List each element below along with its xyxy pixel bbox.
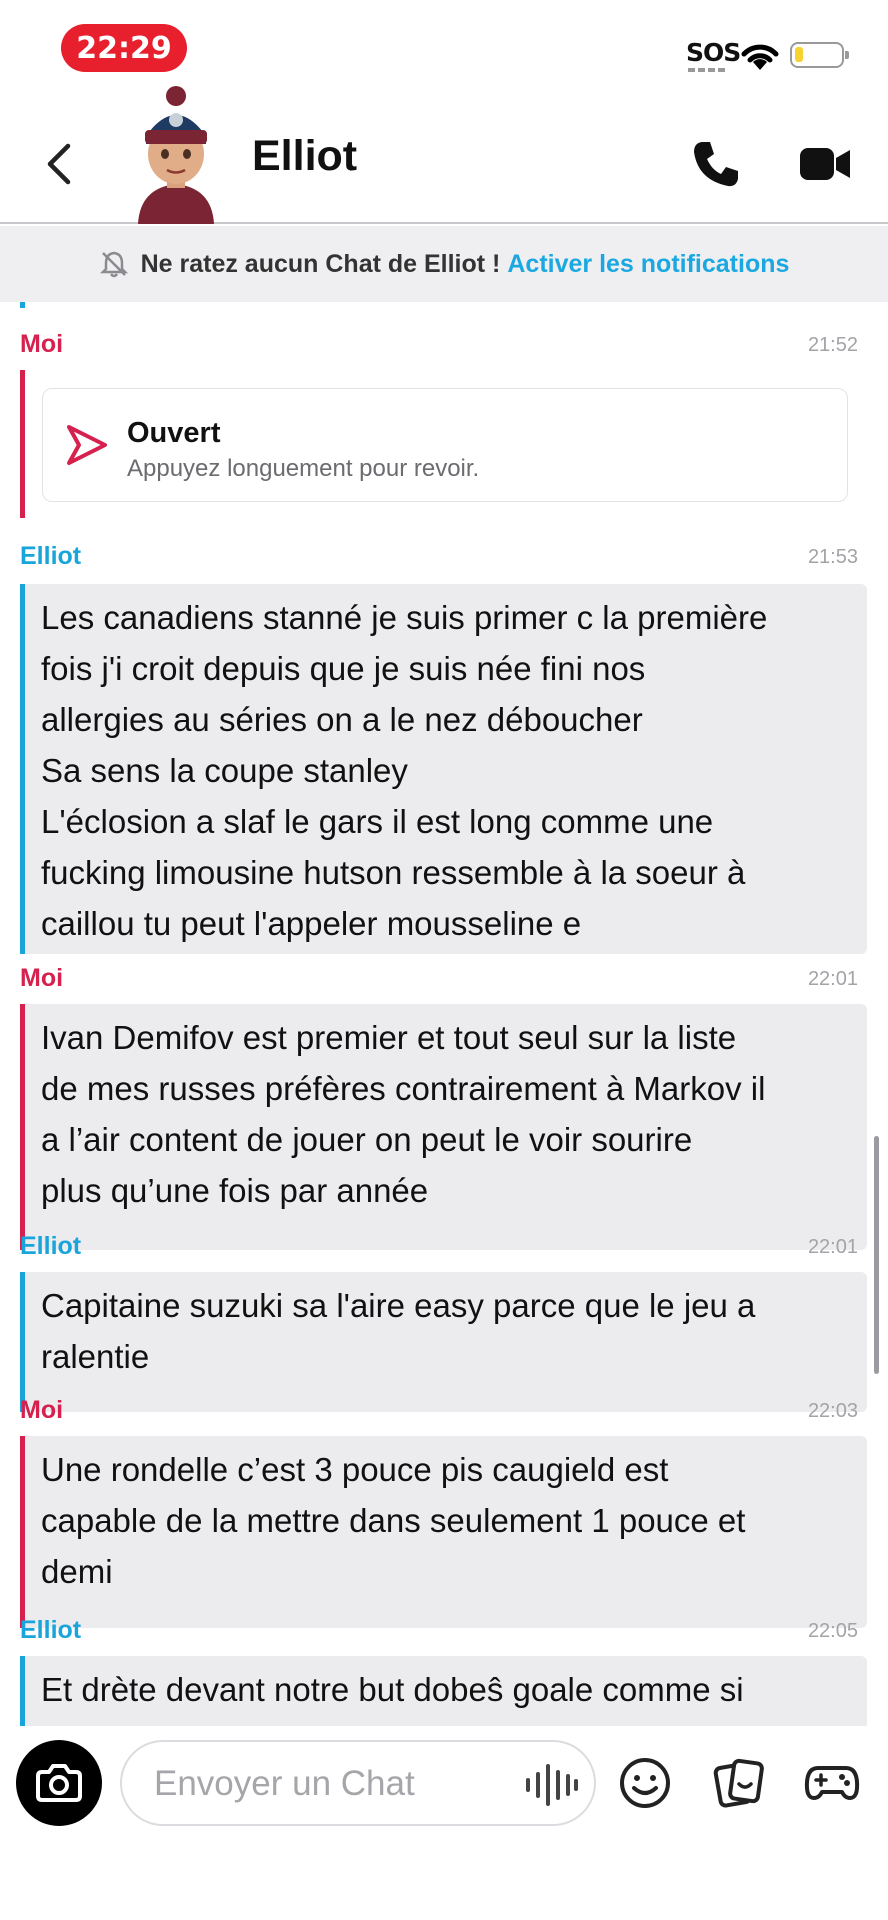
message-line: capable de la mettre dans seulement 1 po…	[41, 1502, 746, 1539]
message-line: Ivan Demifov est premier et tout seul su…	[41, 1019, 737, 1056]
message-line: Carey était revenu si il est à chier on …	[41, 1715, 851, 1726]
message-line: L'éclosion a slaf le gars il est long co…	[41, 803, 714, 840]
chat-header: Elliot	[0, 86, 888, 224]
message-bubble[interactable]: Capitaine suzuki sa l'aire easy parce qu…	[25, 1272, 867, 1412]
avatar[interactable]	[126, 76, 226, 224]
voice-wave-icon[interactable]	[524, 1764, 578, 1806]
message-line: de mes russes préfères contrairement à M…	[41, 1070, 766, 1107]
message-time: 22:01	[807, 1236, 858, 1258]
snap-hint: Appuyez longuement pour revoir.	[127, 455, 480, 482]
message-accent-bar	[20, 370, 25, 518]
message-sender: Moi	[20, 1396, 64, 1424]
message-line: Capitaine suzuki sa l'aire easy parce qu…	[41, 1287, 756, 1324]
camera-button[interactable]	[16, 1740, 102, 1826]
message-sender: Moi	[20, 330, 64, 358]
enable-notifications-link[interactable]: Activer les notifications	[507, 250, 789, 279]
chat-input[interactable]: Envoyer un Chat	[120, 1740, 596, 1826]
message-line: ralentie	[41, 1338, 150, 1375]
message-time: 22:03	[807, 1400, 858, 1422]
snap-card[interactable]: Ouvert Appuyez longuement pour revoir.	[42, 388, 848, 502]
message-time: 22:01	[807, 968, 858, 990]
snap-arrow-icon	[67, 425, 107, 465]
battery-icon	[790, 42, 849, 68]
message-line: Les canadiens stanné je suis primer c la…	[41, 599, 768, 636]
bell-muted-icon	[99, 251, 128, 278]
signal-dots	[688, 68, 728, 72]
message-line: fucking limousine hutson ressemble à la …	[41, 854, 746, 891]
back-icon[interactable]	[40, 140, 80, 188]
previous-message-edge	[20, 302, 25, 308]
smiley-icon[interactable]	[618, 1756, 672, 1810]
message-time: 22:05	[807, 1620, 858, 1642]
composer-bar: Envoyer un Chat	[0, 1726, 888, 1920]
message-line: fois j'i croit depuis que je suis née fi…	[41, 650, 646, 687]
message-time: 21:52	[807, 334, 858, 356]
wifi-icon	[741, 44, 779, 70]
message-bubble[interactable]: Les canadiens stanné je suis primer c la…	[25, 584, 867, 954]
message-sender: Elliot	[20, 1616, 82, 1644]
chat-messages[interactable]: Moi 21:52 Ouvert Appuyez longuement pour…	[0, 302, 888, 1726]
message-line: demi	[41, 1553, 113, 1590]
message-bubble[interactable]: Ivan Demifov est premier et tout seul su…	[25, 1004, 867, 1250]
sos-indicator: SOS	[686, 38, 741, 67]
stickers-icon[interactable]	[712, 1756, 766, 1810]
message-line: caillou tu peut l'appeler mousseline e	[41, 905, 582, 942]
banner-text: Ne ratez aucun Chat de Elliot !	[140, 249, 501, 278]
message-sender: Elliot	[20, 542, 82, 570]
gamepad-icon[interactable]	[804, 1756, 860, 1810]
scrollbar[interactable]	[874, 1136, 879, 1374]
message-line: Une rondelle c’est 3 pouce pis caugield …	[41, 1451, 669, 1488]
message-line: Et drète devant notre but dobeŝ goale co…	[41, 1671, 744, 1708]
contact-name[interactable]: Elliot	[252, 132, 357, 181]
snap-status: Ouvert	[127, 417, 221, 449]
message-line: Sa sens la coupe stanley	[41, 752, 408, 789]
status-time[interactable]: 22:29	[61, 24, 187, 72]
video-camera-icon[interactable]	[798, 142, 852, 186]
notification-banner: Ne ratez aucun Chat de Elliot ! Activer …	[0, 226, 888, 302]
chat-input-placeholder: Envoyer un Chat	[154, 1764, 415, 1803]
message-line: allergies au séries on a le nez débouche…	[41, 701, 643, 738]
message-bubble[interactable]: Et drète devant notre but dobeŝ goale co…	[25, 1656, 867, 1726]
message-sender: Moi	[20, 964, 64, 992]
message-line: plus qu’une fois par année	[41, 1172, 429, 1209]
message-sender: Elliot	[20, 1232, 82, 1260]
message-bubble[interactable]: Une rondelle c’est 3 pouce pis caugield …	[25, 1436, 867, 1628]
message-time: 21:53	[807, 546, 858, 568]
phone-icon[interactable]	[690, 138, 742, 190]
camera-icon	[36, 1764, 82, 1802]
message-line: a l’air content de jouer on peut le voir…	[41, 1121, 693, 1158]
